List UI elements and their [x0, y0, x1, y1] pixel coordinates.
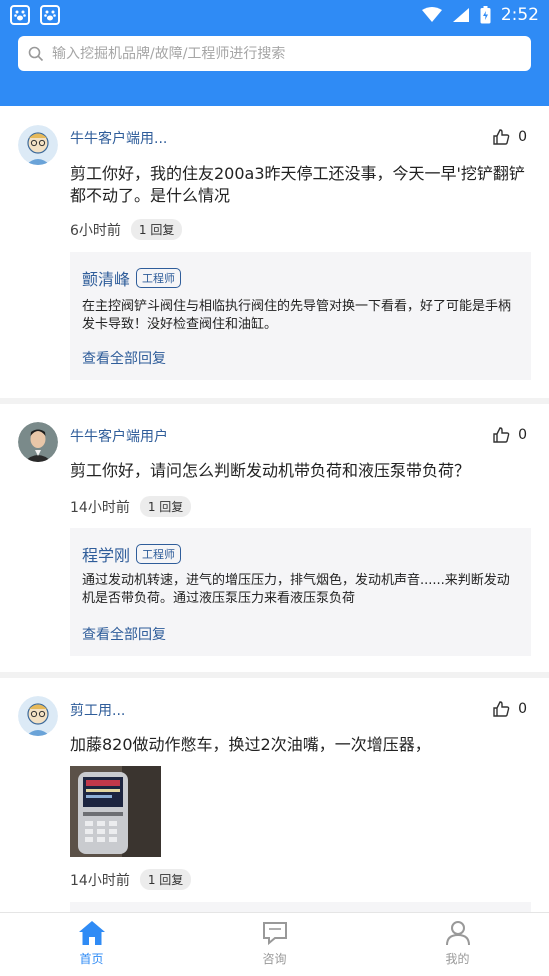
- thumbs-up-icon: [493, 427, 510, 443]
- status-time: 2:52: [500, 5, 539, 25]
- status-bar: 2:52: [0, 0, 549, 30]
- tab-mine[interactable]: 我的: [366, 913, 549, 976]
- avatar[interactable]: [18, 696, 58, 736]
- question-text[interactable]: 剪工你好，请问怎么判断发动机带负荷和液压泵带负荷？: [70, 460, 527, 482]
- thumbs-up-icon: [493, 701, 510, 717]
- reply-count-badge: 1 回复: [139, 496, 192, 517]
- reply-text: 在主控阀铲斗阀住与相临执行阀住的先导管对换一下看看，好了可能是手柄发卡导致！没好…: [82, 299, 512, 332]
- baidu-notification-icon: [40, 5, 60, 25]
- avatar[interactable]: [18, 422, 58, 462]
- question-card[interactable]: 牛牛客户端用... 0 剪工你好，我的住友200a3昨天停工还没事，今天一早'挖…: [0, 106, 549, 398]
- reply-preview[interactable]: 颤清峰 工程师 在主控阀铲斗阀住与相临执行阀住的先导管对换一下看看，好了可能是手…: [70, 252, 531, 380]
- question-feed[interactable]: 牛牛客户端用... 0 剪工你好，我的住友200a3昨天停工还没事，今天一早'挖…: [0, 106, 549, 912]
- search-icon: [28, 46, 44, 61]
- like-button[interactable]: 0: [492, 426, 527, 444]
- like-count: 0: [518, 129, 527, 145]
- engineer-badge: 工程师: [136, 544, 182, 564]
- avatar[interactable]: [18, 125, 58, 165]
- like-count: 0: [518, 701, 527, 717]
- reply-preview[interactable]: 程学刚 工程师 通过发动机转速，进气的增压压力，排气烟色，发动机声音......…: [70, 528, 531, 656]
- post-meta: 14小时前 1 回复: [70, 869, 192, 890]
- attached-photo[interactable]: [70, 766, 161, 857]
- view-all-replies-link[interactable]: 查看全部回复: [82, 624, 166, 644]
- search-bar[interactable]: [18, 36, 531, 71]
- reply-text: 通过发动机转速，进气的增压压力，排气烟色，发动机声音......来判断发动机是否…: [82, 573, 510, 606]
- tab-home-label: 首页: [79, 952, 104, 966]
- user-icon: [445, 921, 470, 946]
- post-meta: 14小时前 1 回复: [70, 496, 192, 517]
- like-button[interactable]: 0: [492, 128, 527, 146]
- post-time: 6小时前: [70, 222, 121, 239]
- post-username[interactable]: 牛牛客户端用户: [70, 426, 168, 446]
- tab-home[interactable]: 首页: [0, 913, 183, 976]
- chat-icon: [262, 922, 287, 946]
- question-card[interactable]: 牛牛客户端用户 0 剪工你好，请问怎么判断发动机带负荷和液压泵带负荷？ 14小时…: [0, 404, 549, 672]
- reply-count-badge: 1 回复: [139, 869, 192, 890]
- reply-count-badge: 1 回复: [130, 219, 183, 240]
- top-bar: 2:52: [0, 0, 549, 106]
- engineer-name[interactable]: 程学刚: [82, 542, 130, 566]
- signal-icon: [452, 8, 469, 22]
- wifi-icon: [421, 7, 442, 22]
- tab-consult-label: 咨询: [262, 952, 287, 966]
- post-meta: 6小时前 1 回复: [70, 219, 183, 240]
- question-card[interactable]: 剪工用... 0 加藤820做动作憋车，换过2次油嘴，一次增压器， 14小时前 …: [0, 678, 549, 912]
- post-time: 14小时前: [70, 499, 130, 516]
- baidu-notification-icon: [10, 5, 30, 25]
- tab-consult[interactable]: 咨询: [183, 913, 366, 976]
- question-text[interactable]: 加藤820做动作憋车，换过2次油嘴，一次增压器，: [70, 734, 527, 756]
- engineer-name[interactable]: 颤清峰: [82, 266, 130, 290]
- thumbs-up-icon: [493, 129, 510, 145]
- reply-preview[interactable]: [70, 902, 531, 912]
- battery-icon: [480, 6, 491, 24]
- home-icon: [78, 921, 105, 945]
- post-time: 14小时前: [70, 872, 130, 889]
- view-all-replies-link[interactable]: 查看全部回复: [82, 348, 166, 368]
- like-button[interactable]: 0: [492, 700, 527, 718]
- post-username[interactable]: 牛牛客户端用...: [70, 128, 167, 148]
- tab-mine-label: 我的: [445, 952, 470, 966]
- post-username[interactable]: 剪工用...: [70, 700, 125, 720]
- bottom-navigation: 首页 咨询 我的: [0, 912, 549, 976]
- engineer-badge: 工程师: [136, 268, 182, 288]
- question-text[interactable]: 剪工你好，我的住友200a3昨天停工还没事，今天一早'挖铲翻铲都不动了。是什么情…: [70, 163, 527, 207]
- like-count: 0: [518, 427, 527, 443]
- search-input[interactable]: [52, 45, 512, 62]
